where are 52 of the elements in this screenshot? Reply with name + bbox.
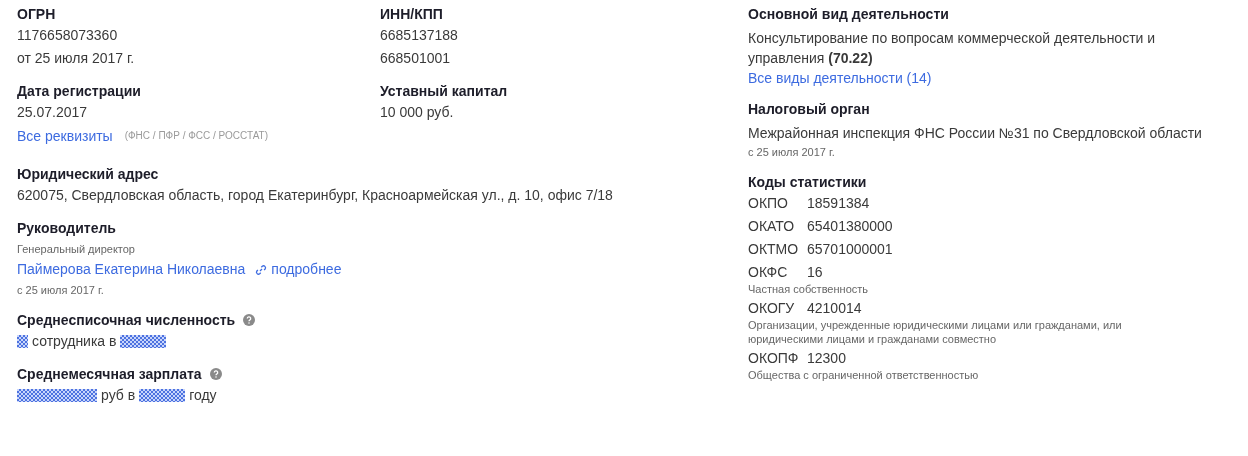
ogrn-date: от 25 июля 2017 г. [17, 49, 136, 68]
ogrn-value: 1176658073360 [17, 26, 119, 45]
section-heading: Налоговый орган [748, 100, 871, 119]
code-label: ОКПО [748, 194, 789, 213]
hidden-value [17, 335, 28, 348]
director-name-link[interactable]: Паймерова Екатерина Николаевна [17, 258, 246, 281]
section-heading: Среднесписочная численность [17, 311, 236, 330]
salary-text: руб в [101, 386, 136, 405]
code-description: Организации, учрежденные юридическими лицами или гражданами, или юридическими лицами и гражданами совместно [748, 318, 1123, 346]
all-activities-link[interactable]: Все виды деятельности (14) [748, 68, 932, 88]
inn-kpp-value: 6685137188 [380, 26, 459, 45]
all-details-link[interactable]: Все реквизиты [17, 126, 113, 146]
section-heading: Юридический адрес [17, 165, 160, 184]
help-icon[interactable] [209, 368, 222, 380]
code-label: ОКОПФ [748, 349, 800, 368]
link-icon [255, 263, 268, 276]
code-description: Частная собственность [748, 282, 870, 296]
code-description: Общества с ограниченной ответственностью [748, 368, 980, 382]
since-date: с 25 июля 2017 г. [748, 145, 836, 160]
registration-date: 25.07.2017 [17, 103, 89, 122]
section-heading: Основной вид деятельности [748, 5, 950, 24]
code-value: 65401380000 [807, 217, 893, 236]
code-label: ОКАТО [748, 217, 796, 236]
code-label: ОКФС [748, 263, 789, 282]
more-link[interactable]: подробнее [255, 258, 342, 281]
section-heading: Коды статистики [748, 173, 868, 192]
section-heading: Уставный капитал [380, 82, 509, 101]
section-heading: Среднемесячная зарплата [17, 365, 202, 384]
since-date: с 25 июля 2017 г. [17, 283, 105, 298]
section-heading: ОГРН [17, 5, 57, 24]
code-value: 65701000001 [807, 240, 893, 259]
headcount-text: сотрудника в [32, 332, 117, 351]
director-position: Генеральный директор [17, 242, 136, 257]
salary-text: году [189, 386, 217, 405]
inn-kpp-value: 668501001 [380, 49, 452, 68]
activity-description: Консультирование по вопросам коммерческой деятельности и управления (70.22) [748, 29, 1157, 68]
code-label: ОКТМО [748, 240, 800, 259]
section-heading: Руководитель [17, 219, 117, 238]
legal-address: 620075, Свердловская область, город Екатеринбург, Красноармейская ул., д. 10, офис 7/18 [17, 186, 614, 205]
hidden-value [139, 389, 186, 402]
code-label: ОКОГУ [748, 299, 796, 318]
help-icon[interactable] [243, 314, 256, 326]
code-value: 4210014 [807, 299, 862, 318]
details-sources-note: (ФНС / ПФР / ФСС / РОССТАТ) [124, 129, 269, 143]
tax-authority-name: Межрайонная инспекция ФНС России №31 по Свердловской области [748, 124, 1203, 143]
section-heading: Дата регистрации [17, 82, 142, 101]
capital-value: 10 000 руб. [380, 103, 455, 122]
hidden-value [120, 335, 167, 348]
code-value: 18591384 [807, 194, 870, 213]
code-value: 16 [807, 263, 823, 282]
code-value: 12300 [807, 349, 846, 368]
section-heading: ИНН/КПП [380, 5, 444, 24]
